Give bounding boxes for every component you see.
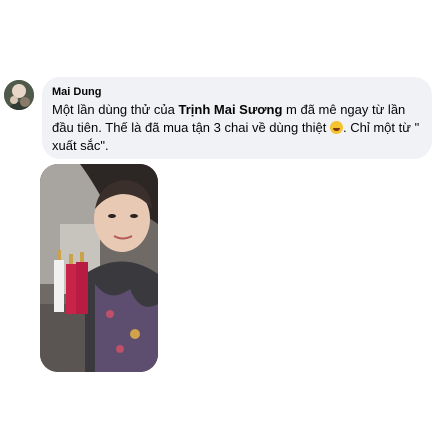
photo-image [40, 164, 158, 372]
comment-text-part: Một lần dùng thử của [52, 102, 179, 117]
avatar[interactable] [4, 80, 34, 110]
bottle-2 [66, 264, 76, 314]
bottle-1 [54, 260, 64, 312]
comment-photo[interactable] [40, 164, 158, 372]
previous-comment-fade [52, 58, 212, 70]
avatar-image [4, 80, 34, 110]
comment-text: Một lần dùng thử của Trịnh Mai Sương m đ… [52, 101, 428, 155]
bottle-3 [76, 262, 88, 314]
comment-author[interactable]: Mai Dung [52, 86, 102, 98]
mention-link[interactable]: Trịnh Mai Sương [179, 102, 283, 117]
laughing-crying-emoji-icon [330, 121, 344, 134]
